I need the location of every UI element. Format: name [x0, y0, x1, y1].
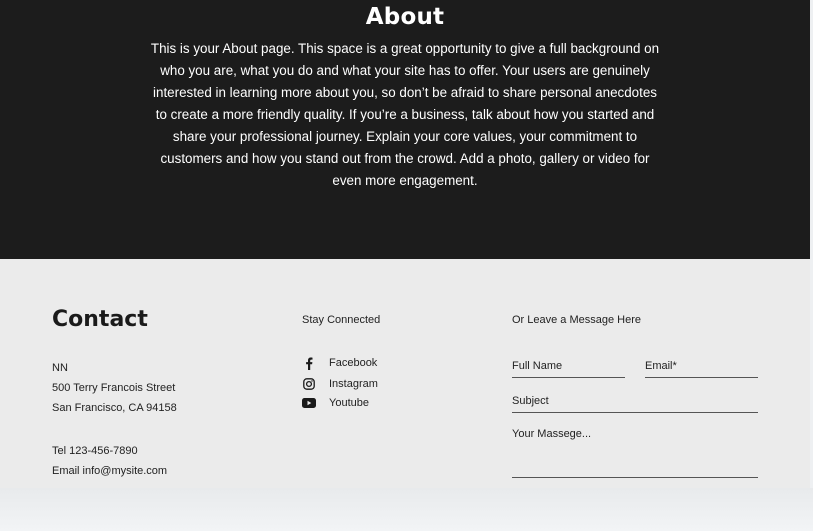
contact-name: NN	[52, 362, 68, 374]
page-bottom-band	[0, 488, 813, 531]
youtube-icon	[302, 396, 316, 410]
instagram-icon	[302, 377, 316, 391]
contact-title: Contact	[52, 307, 148, 332]
social-link-instagram[interactable]: Instagram	[302, 377, 378, 391]
about-section: About This is your About page. This spac…	[0, 0, 810, 259]
subject-label: Subject	[512, 395, 549, 407]
social-label-instagram: Instagram	[329, 378, 378, 390]
contact-email: Email info@mysite.com	[52, 465, 168, 477]
social-link-facebook[interactable]: Facebook	[302, 356, 377, 370]
social-label-youtube: Youtube	[329, 397, 369, 409]
social-label-facebook: Facebook	[329, 357, 378, 369]
stay-connected-heading: Stay Connected	[302, 314, 381, 326]
contact-tel: Tel 123-456-7890	[52, 445, 138, 457]
full-name-label: Full Name	[512, 360, 563, 372]
facebook-icon	[302, 356, 316, 370]
about-body: This is your About page. This space is a…	[150, 41, 660, 188]
about-title: About	[365, 4, 445, 30]
message-label: Your Massege...	[512, 428, 592, 440]
email-field[interactable]: Email*	[645, 359, 758, 378]
contact-city: San Francisco, CA 94158	[52, 402, 177, 414]
contact-street: 500 Terry Francois Street	[52, 382, 176, 394]
contact-section: Contact NN 500 Terry Francois Street San…	[0, 259, 810, 488]
full-name-field[interactable]: Full Name	[512, 359, 625, 378]
message-form-heading: Or Leave a Message Here	[512, 314, 642, 326]
social-link-youtube[interactable]: Youtube	[302, 396, 369, 410]
email-label: Email*	[645, 360, 677, 372]
message-field[interactable]: Your Massege...	[512, 427, 758, 478]
subject-field[interactable]: Subject	[512, 394, 758, 413]
